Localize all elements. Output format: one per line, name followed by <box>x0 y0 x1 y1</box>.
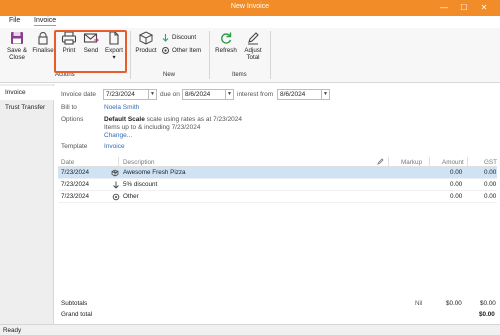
nav-item-invoice[interactable]: Invoice <box>0 86 54 100</box>
save-close-label-2: Close <box>9 54 25 61</box>
minimize-button[interactable]: — <box>435 1 453 15</box>
finalise-button[interactable]: Finalise <box>31 31 55 54</box>
change-options-link[interactable]: Change... <box>104 132 132 139</box>
save-icon <box>11 32 23 44</box>
subtotals-label: Subtotals <box>61 300 88 307</box>
box-icon <box>138 31 154 45</box>
header-date: Date <box>61 159 75 166</box>
template-label: Template <box>61 143 88 150</box>
row-amount: 0.00 <box>450 193 463 200</box>
invoice-date-picker[interactable]: 7/23/2024 ▼ <box>103 89 157 100</box>
gear-icon <box>112 193 120 201</box>
discount-button[interactable]: Discount <box>161 33 196 42</box>
due-on-picker[interactable]: 8/6/2024 ▼ <box>182 89 234 100</box>
discount-label: Discount <box>172 34 197 41</box>
header-description: Description <box>123 159 155 166</box>
options-items-text: Items up to & including 7/23/2024 <box>104 124 201 131</box>
adjust-total-label-1: Adjust <box>244 47 262 54</box>
maximize-button[interactable]: ☐ <box>455 1 473 15</box>
highlight-box <box>54 30 127 73</box>
close-button[interactable]: ✕ <box>475 1 493 15</box>
refresh-icon <box>221 32 232 44</box>
menu-tabs: File Invoice <box>0 16 500 28</box>
product-button[interactable]: Product <box>134 31 158 54</box>
row-description: Other <box>123 193 139 200</box>
chevron-down-icon[interactable]: ▼ <box>225 90 233 99</box>
invoice-date-value: 7/23/2024 <box>106 91 135 98</box>
adjust-total-label-2: Total <box>246 54 260 61</box>
table-header: Date Description Markup Amount GST <box>58 157 497 167</box>
bill-to-link[interactable]: Noela Smith <box>104 104 139 111</box>
status-text: Ready <box>3 327 22 334</box>
ribbon-divider <box>130 31 131 79</box>
row-gst: 0.00 <box>484 181 497 188</box>
subtotals-gst: $0.00 <box>480 300 496 307</box>
row-description: Awesome Fresh Pizza <box>123 169 186 176</box>
invoice-date-label: Invoice date <box>61 91 97 98</box>
due-on-label: due on <box>160 91 180 98</box>
pencil-icon <box>248 32 259 45</box>
refresh-button[interactable]: Refresh <box>213 31 239 54</box>
row-amount: 0.00 <box>450 169 463 176</box>
save-close-button[interactable]: Save & Close <box>4 31 30 61</box>
interest-from-picker[interactable]: 8/6/2024 ▼ <box>277 89 330 100</box>
row-gst: 0.00 <box>484 193 497 200</box>
table-row[interactable]: 7/23/2024 Other 0.00 0.00 <box>58 191 497 203</box>
discount-icon <box>162 34 169 42</box>
row-date: 7/23/2024 <box>61 181 90 188</box>
discount-arrow-icon <box>113 181 119 189</box>
row-gst: 0.00 <box>484 169 497 176</box>
header-markup: Markup <box>401 159 422 166</box>
adjust-total-button[interactable]: Adjust Total <box>240 31 266 61</box>
tab-invoice[interactable]: Invoice <box>34 17 57 26</box>
options-scale-detail: scale using rates as at 7/23/2024 <box>144 116 243 123</box>
items-group-label: Items <box>232 72 247 78</box>
left-nav: Invoice Trust Transfer <box>0 84 54 324</box>
column-divider <box>118 157 119 167</box>
edit-column-icon[interactable] <box>377 158 384 165</box>
row-description: 5% discount <box>123 181 158 188</box>
window-title: New Invoice <box>230 3 270 10</box>
box-icon <box>111 169 119 177</box>
table-row[interactable]: 7/23/2024 5% discount 0.00 0.00 <box>58 179 497 191</box>
options-scale-name: Default Scale <box>104 116 145 123</box>
product-label: Product <box>135 47 157 54</box>
new-group-label: New <box>163 72 176 78</box>
header-gst: GST <box>484 159 497 166</box>
status-bar: Ready <box>0 324 500 335</box>
template-link[interactable]: Invoice <box>104 143 125 150</box>
column-divider <box>429 157 430 167</box>
options-label: Options <box>61 116 84 123</box>
finalise-label: Finalise <box>32 47 54 54</box>
title-bar: New Invoice — ☐ ✕ <box>0 0 500 16</box>
interest-from-value: 8/6/2024 <box>280 91 306 98</box>
other-item-button[interactable]: Other Item <box>161 46 201 55</box>
subtotals-amount: $0.00 <box>446 300 462 307</box>
bill-to-label: Bill to <box>61 104 77 111</box>
grand-total-label: Grand total <box>61 311 93 318</box>
interest-from-label: interest from <box>237 91 274 98</box>
tab-file[interactable]: File <box>9 17 20 24</box>
grand-total-value: $0.00 <box>479 311 495 318</box>
save-close-label-1: Save & <box>7 47 27 54</box>
chevron-down-icon[interactable]: ▼ <box>321 90 329 99</box>
subtotals-markup: Nil <box>415 300 423 307</box>
table-row[interactable]: 7/23/2024 Awesome Fresh Pizza 0.00 0.00 <box>58 167 497 179</box>
row-date: 7/23/2024 <box>61 169 90 176</box>
chevron-down-icon[interactable]: ▼ <box>148 90 156 99</box>
nav-item-trust-transfer[interactable]: Trust Transfer <box>0 101 54 115</box>
other-item-label: Other Item <box>172 47 202 54</box>
ribbon-divider <box>270 31 271 79</box>
due-on-value: 8/6/2024 <box>185 91 211 98</box>
row-date: 7/23/2024 <box>61 193 90 200</box>
options-text: Default Scale scale using rates as at 7/… <box>104 116 242 123</box>
column-divider <box>388 157 389 167</box>
lock-icon <box>38 31 48 45</box>
row-amount: 0.00 <box>450 181 463 188</box>
ribbon-divider <box>209 31 210 79</box>
refresh-label: Refresh <box>215 47 237 54</box>
header-amount: Amount <box>442 159 464 166</box>
gear-icon <box>162 47 169 54</box>
column-divider <box>467 157 468 167</box>
